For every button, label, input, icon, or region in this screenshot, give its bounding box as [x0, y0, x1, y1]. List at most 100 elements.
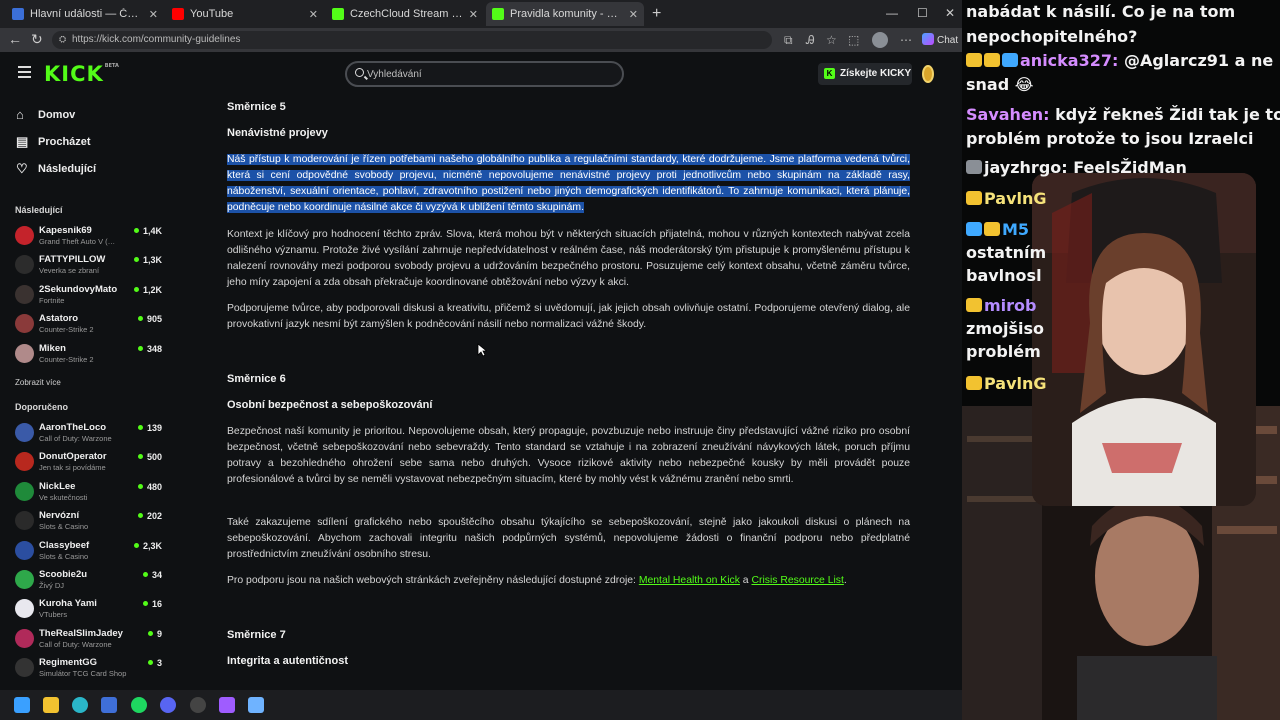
search-input[interactable]: [367, 66, 607, 82]
copilot-icon: [922, 33, 934, 45]
channel-item[interactable]: TheRealSlimJadey Call of Duty: Warzone 9: [0, 626, 168, 655]
chat-text: FeelsŽidMan: [1067, 158, 1187, 177]
live-dot-icon: [133, 542, 139, 548]
notepad-icon[interactable]: [248, 697, 264, 713]
reload-icon[interactable]: ↻: [31, 31, 43, 48]
viewer-count: 1,2K: [133, 285, 162, 295]
chat-text: nabádat k násilí. Co je na tom: [966, 2, 1236, 21]
chat-badge-icon: [984, 222, 1000, 236]
nav-browse[interactable]: ▤ Procházet: [0, 131, 168, 158]
copilot-chat-button[interactable]: Chat: [922, 33, 958, 46]
kick-logo[interactable]: KICKBETA: [44, 62, 119, 86]
channel-avatar: [15, 658, 34, 678]
channel-item[interactable]: FATTYPILLOW Veverka se zbraní 1,3K: [0, 252, 168, 281]
back-arrow-icon[interactable]: ←: [8, 31, 22, 47]
chat-username[interactable]: mirob: [984, 296, 1037, 315]
live-dot-icon: [137, 513, 143, 519]
edge-icon[interactable]: [72, 697, 88, 713]
channel-avatar: [15, 284, 34, 304]
channel-item[interactable]: 2SekundovyMato Fortnite 1,2K: [0, 282, 168, 311]
chat-username[interactable]: M5: [1002, 220, 1029, 239]
search-box[interactable]: [345, 61, 624, 87]
channel-category: Counter-Strike 2: [39, 325, 94, 335]
app-icon[interactable]: [101, 697, 117, 713]
channel-category: Živý DJ: [39, 580, 64, 590]
spotify-icon[interactable]: [131, 697, 147, 713]
discord-icon[interactable]: [160, 697, 176, 713]
medal-icon[interactable]: [922, 65, 934, 83]
viewer-count: 500: [137, 452, 162, 462]
channel-item[interactable]: Scoobie2u Živý DJ 34: [0, 567, 168, 596]
live-dot-icon: [137, 316, 143, 322]
get-kicky-button[interactable]: K Získejte KICKY: [818, 63, 912, 85]
hamburger-menu-icon[interactable]: [18, 66, 31, 78]
viewer-count: 139: [137, 423, 162, 433]
viewer-count: 480: [137, 482, 162, 492]
live-dot-icon: [133, 286, 139, 292]
channel-category: Simulátor TCG Card Shop: [39, 669, 127, 679]
selected-text: Náš přístup k moderování je řízen potřeb…: [227, 154, 910, 213]
url-field[interactable]: ⛭ https://kick.com/community-guidelines: [52, 31, 772, 49]
chat-username[interactable]: jayzhrgo:: [984, 158, 1068, 177]
channel-item[interactable]: DonutOperator Jen tak si povídáme 500: [0, 449, 168, 478]
main-nav: ⌂ Domov ▤ Procházet ♡ Následující: [0, 104, 168, 185]
profile-avatar[interactable]: [872, 32, 888, 48]
channel-name: 2SekundovyMato: [39, 283, 118, 295]
nav-following[interactable]: ♡ Následující: [0, 158, 168, 185]
minimize-icon[interactable]: —: [886, 6, 898, 20]
more-menu-icon[interactable]: ⋯: [900, 33, 912, 47]
tab-ct24[interactable]: Hlavní události — ČT24 — Česká t ✕: [6, 2, 164, 26]
channel-item[interactable]: NickLee Ve skutečnosti 480: [0, 479, 168, 508]
app-icon[interactable]: [219, 697, 235, 713]
chat-username[interactable]: PavlnG: [984, 189, 1047, 208]
tab-czechcloud[interactable]: CzechCloud Stream - Watch Live o ✕: [326, 2, 484, 26]
crisis-resource-link[interactable]: Crisis Resource List: [751, 575, 843, 586]
chat-text: problém: [966, 342, 1041, 361]
following-section-title: Následující: [15, 205, 63, 215]
channel-item[interactable]: Miken Counter-Strike 2 348: [0, 341, 168, 370]
channel-category: Ve skutečnosti: [39, 492, 88, 502]
viewer-count: 9: [147, 629, 162, 639]
channel-item[interactable]: RegimentGG Simulátor TCG Card Shop 3: [0, 655, 168, 684]
channel-avatar: [15, 423, 34, 442]
chat-text: ostatním: [966, 243, 1047, 262]
show-more-link[interactable]: Zobrazit více: [15, 378, 61, 387]
close-tab-icon[interactable]: ✕: [309, 8, 318, 21]
address-bar-row: ← ↻ ⛭ https://kick.com/community-guideli…: [0, 28, 962, 52]
close-tab-icon[interactable]: ✕: [149, 8, 158, 21]
chat-username[interactable]: anicka327:: [1020, 51, 1118, 70]
file-explorer-icon[interactable]: [43, 697, 59, 713]
chat-username[interactable]: Savahen:: [966, 105, 1050, 124]
channel-item[interactable]: Nervózní Slots & Casino 202: [0, 508, 168, 537]
channel-item[interactable]: Classybeef Slots & Casino 2,3K: [0, 538, 168, 567]
translate-icon[interactable]: ⧉: [784, 33, 793, 48]
chat-message: jayzhrgo: FeelsŽidMan: [966, 158, 1187, 177]
paragraph: Pro podporu jsou na našich webových strá…: [227, 575, 847, 586]
site-info-icon[interactable]: ⛭: [59, 34, 66, 45]
close-tab-icon[interactable]: ✕: [629, 8, 638, 21]
windows-start-icon[interactable]: [14, 697, 30, 713]
chat-username[interactable]: PavlnG: [984, 374, 1047, 393]
close-tab-icon[interactable]: ✕: [469, 8, 478, 21]
chat-message: problém: [966, 342, 1041, 361]
reader-icon[interactable]: Ꭿ: [806, 33, 815, 48]
channel-item[interactable]: Kuroha Yami VTubers 16: [0, 596, 168, 625]
close-window-icon[interactable]: ✕: [945, 6, 955, 20]
following-list: Kapesnik69 Grand Theft Auto V (… 1,4K FATTY…: [0, 223, 168, 370]
channel-avatar: [15, 481, 34, 501]
star-icon[interactable]: ☆: [826, 33, 837, 47]
channel-name: Nervózní: [39, 510, 80, 522]
new-tab-plus-icon[interactable]: +: [652, 5, 661, 23]
chat-message: M5: [966, 220, 1029, 239]
tab-youtube[interactable]: YouTube ✕: [166, 2, 324, 26]
obs-icon[interactable]: [190, 697, 206, 713]
kicky-logo-icon: K: [824, 68, 835, 79]
nav-home[interactable]: ⌂ Domov: [0, 104, 168, 131]
channel-item[interactable]: AaronTheLoco Call of Duty: Warzone 139: [0, 420, 168, 449]
tab-community-guidelines[interactable]: Pravidla komunity - Kick Streaming ✕: [486, 2, 644, 26]
extensions-icon[interactable]: ⬚: [848, 33, 859, 47]
channel-item[interactable]: Astatoro Counter-Strike 2 905: [0, 311, 168, 340]
mental-health-link[interactable]: Mental Health on Kick: [639, 575, 740, 586]
channel-item[interactable]: Kapesnik69 Grand Theft Auto V (… 1,4K: [0, 223, 168, 252]
maximize-icon[interactable]: ☐: [917, 6, 928, 20]
